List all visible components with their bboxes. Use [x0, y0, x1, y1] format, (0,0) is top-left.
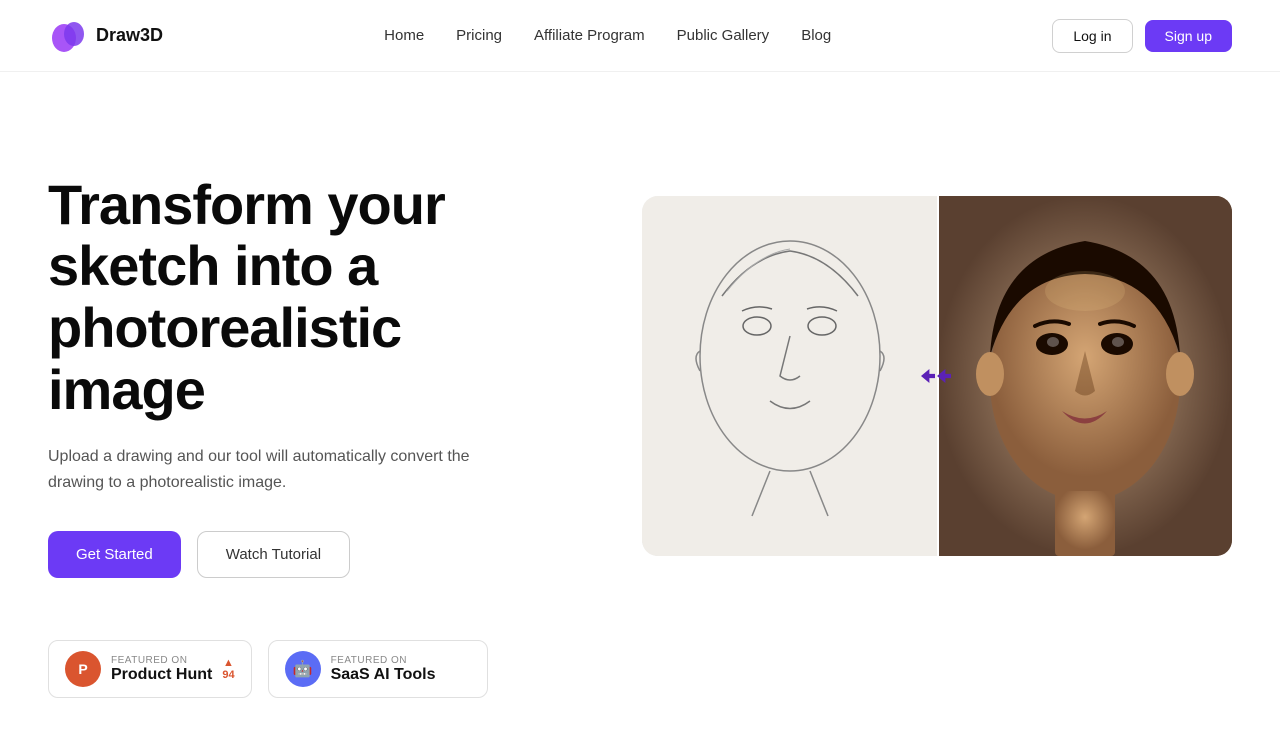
hero-image	[642, 196, 1232, 556]
hero-subtext: Upload a drawing and our tool will autom…	[48, 444, 488, 495]
divider-arrows	[921, 369, 951, 383]
login-button[interactable]: Log in	[1052, 19, 1132, 53]
hero-heading: Transform your sketch into a photorealis…	[48, 174, 568, 420]
hero-buttons: Get Started Watch Tutorial	[48, 531, 568, 578]
nav-affiliate[interactable]: Affiliate Program	[534, 27, 645, 44]
hero-image-area	[608, 196, 1232, 556]
badges-section: P FEATURED ON Product Hunt ▲ 94 🤖 Featur…	[0, 640, 1280, 730]
navbar: Draw3D Home Pricing Affiliate Program Pu…	[0, 0, 1280, 72]
saas-featured-label: Featured on	[331, 655, 436, 666]
ph-text-group: FEATURED ON Product Hunt	[111, 655, 212, 684]
nav-blog[interactable]: Blog	[801, 27, 831, 44]
signup-button[interactable]: Sign up	[1145, 20, 1232, 52]
nav-gallery[interactable]: Public Gallery	[677, 27, 770, 44]
saas-text-group: Featured on SaaS AI Tools	[331, 655, 436, 684]
get-started-button[interactable]: Get Started	[48, 531, 181, 578]
nav-actions: Log in Sign up	[1052, 19, 1232, 53]
nav-links: Home Pricing Affiliate Program Public Ga…	[384, 27, 831, 45]
watch-tutorial-button[interactable]: Watch Tutorial	[197, 531, 350, 578]
hero-section: Transform your sketch into a photorealis…	[0, 72, 1280, 640]
photo-side	[937, 196, 1232, 556]
ph-icon: P	[65, 651, 101, 687]
brand-logo[interactable]: Draw3D	[48, 16, 163, 56]
arrow-left-icon	[921, 369, 935, 383]
ph-count-number: 94	[222, 669, 234, 681]
saas-name: SaaS AI Tools	[331, 666, 436, 684]
ph-count-arrow: ▲	[223, 657, 234, 669]
hero-content: Transform your sketch into a photorealis…	[48, 174, 568, 579]
nav-home[interactable]: Home	[384, 27, 424, 44]
sketch-svg	[642, 196, 937, 556]
ph-name: Product Hunt	[111, 666, 212, 684]
arrow-right-icon	[937, 369, 951, 383]
ph-featured-label: FEATURED ON	[111, 655, 212, 666]
sketch-side	[642, 196, 937, 556]
product-hunt-badge[interactable]: P FEATURED ON Product Hunt ▲ 94	[48, 640, 252, 698]
brand-name: Draw3D	[96, 25, 163, 46]
photo-svg	[937, 196, 1232, 556]
nav-pricing[interactable]: Pricing	[456, 27, 502, 44]
logo-icon	[48, 16, 88, 56]
saas-icon: 🤖	[285, 651, 321, 687]
saas-badge[interactable]: 🤖 Featured on SaaS AI Tools	[268, 640, 488, 698]
ph-count: ▲ 94	[222, 657, 234, 681]
